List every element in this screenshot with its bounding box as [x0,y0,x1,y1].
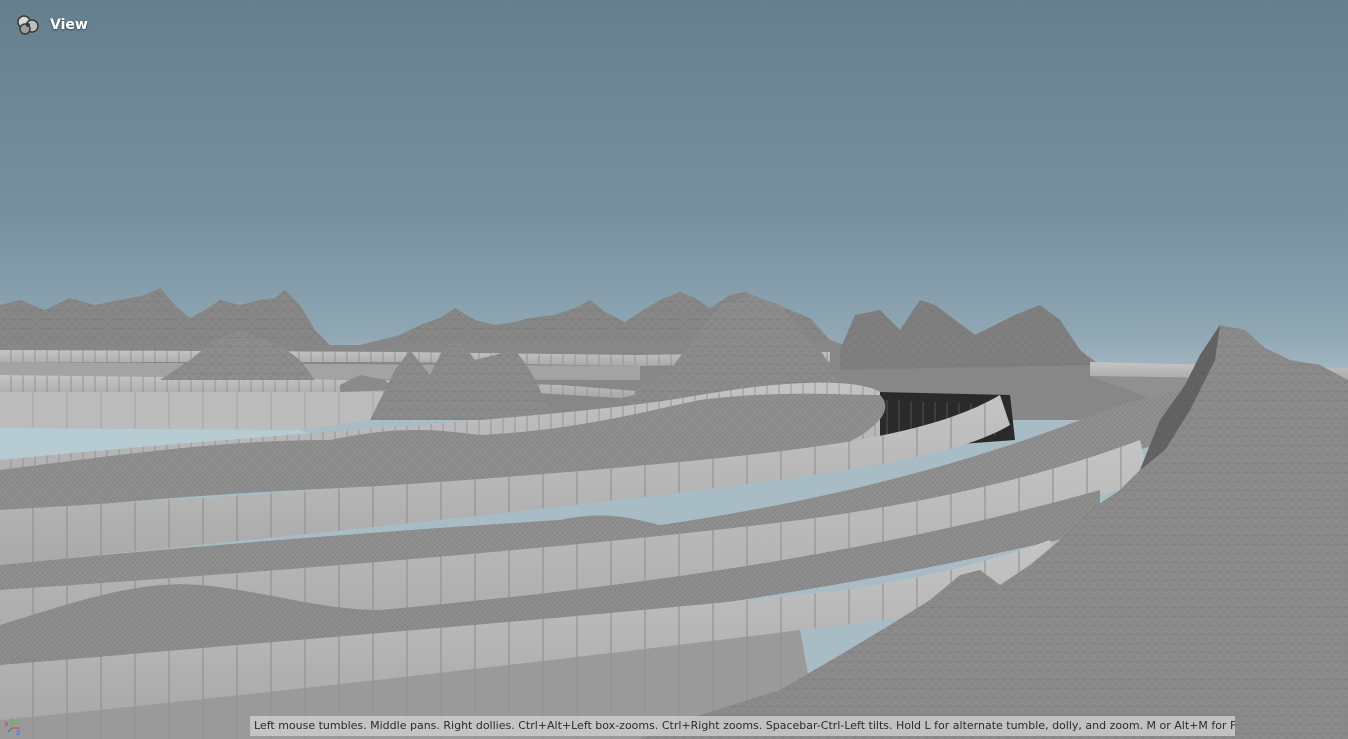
scene-render[interactable] [0,0,1348,739]
navigation-hint-bar: Left mouse tumbles. Middle pans. Right d… [250,716,1235,736]
viewport-title: View [50,17,88,33]
axis-gizmo: x y z [4,714,21,737]
axis-x-label: x [4,719,9,728]
axis-y-label: y [16,714,21,723]
viewport-header: View [14,12,88,38]
scene-viewport[interactable]: View x y z Left mouse tumbles. Middle pa… [0,0,1348,739]
axis-z-label: z [16,728,20,737]
camera-cluster-icon[interactable] [14,13,42,37]
